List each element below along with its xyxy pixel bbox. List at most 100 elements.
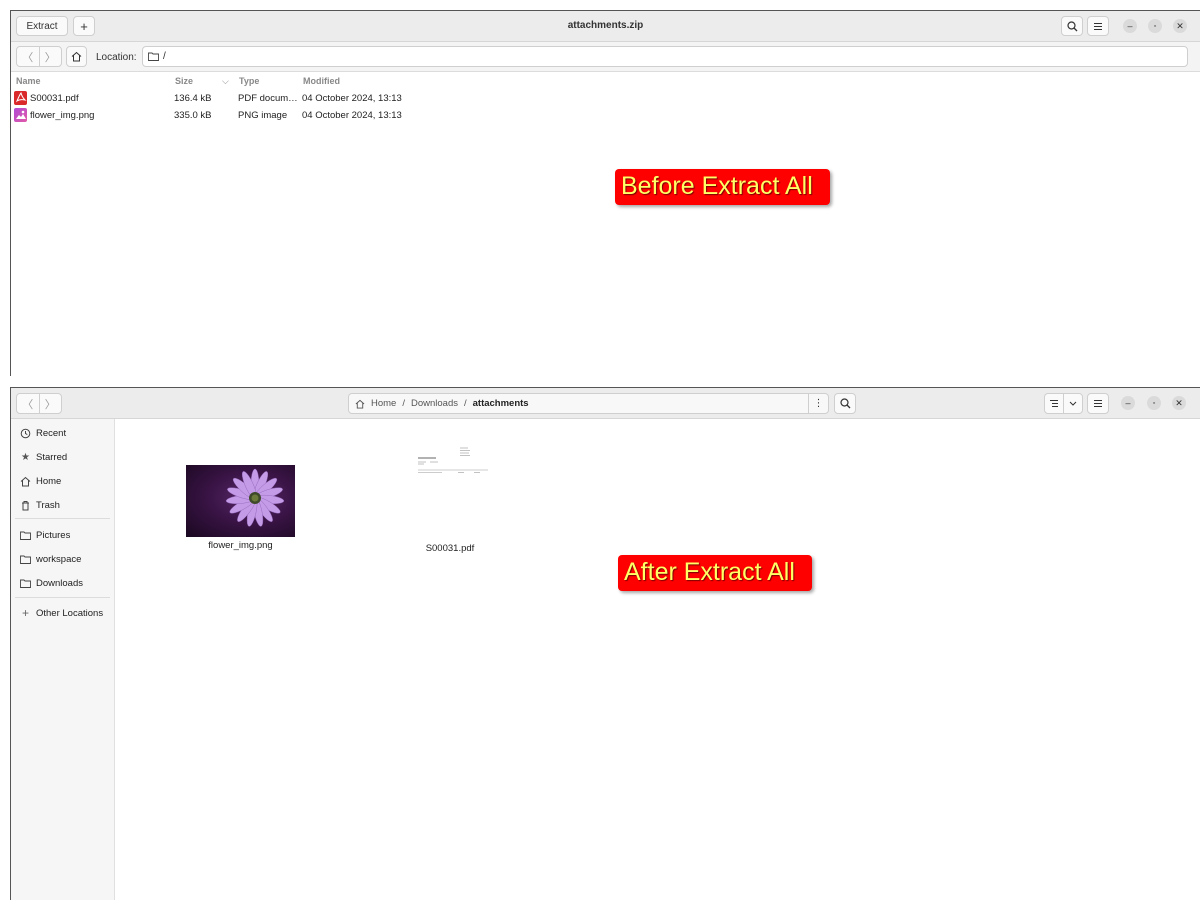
minimize-icon: – — [1125, 398, 1131, 408]
file-name: S00031.pdf — [30, 93, 79, 104]
breadcrumb-separator: / — [463, 398, 467, 409]
close-button[interactable]: ✕ — [1172, 396, 1186, 410]
search-button[interactable] — [1061, 16, 1083, 36]
before-annotation-label: Before Extract All — [615, 169, 830, 205]
forward-button[interactable]: 〉 — [40, 47, 62, 66]
breadcrumb-home[interactable]: Home — [371, 398, 396, 409]
home-icon — [355, 399, 365, 409]
folder-icon — [20, 554, 31, 565]
sidebar-item-recent[interactable]: Recent — [11, 423, 114, 443]
image-thumbnail — [186, 465, 295, 537]
sort-chevron-icon: ⌵ — [222, 76, 229, 86]
sidebar: Recent ★ Starred Home Trash Pictures wor… — [11, 419, 115, 900]
plus-icon: + — [21, 606, 29, 620]
pdf-thumbnail — [412, 446, 488, 540]
breadcrumb-separator: / — [402, 398, 405, 409]
list-view-button[interactable] — [1045, 394, 1064, 413]
chevron-left-icon: 〈 — [22, 51, 34, 64]
menu-button[interactable] — [1087, 16, 1109, 36]
view-options — [1044, 393, 1083, 414]
location-field[interactable]: / — [142, 46, 1188, 67]
view-dropdown-button[interactable] — [1064, 394, 1082, 413]
window-title: attachments.zip — [567, 20, 644, 31]
location-value: / — [163, 51, 166, 62]
column-name-header[interactable]: Name — [16, 76, 41, 86]
sidebar-item-label: Other Locations — [36, 607, 104, 619]
files-window: 〈 〉 Home / Downloads / attachments ⋮ – ▫… — [10, 387, 1200, 900]
hamburger-icon — [1094, 22, 1102, 30]
search-icon — [1066, 20, 1077, 31]
sidebar-item-pictures[interactable]: Pictures — [11, 525, 114, 545]
sidebar-item-other-locations[interactable]: + Other Locations — [11, 603, 114, 623]
sidebar-item-downloads[interactable]: Downloads — [11, 573, 114, 593]
nav-buttons: 〈 〉 — [16, 393, 62, 414]
folder-icon — [20, 578, 31, 589]
trash-icon — [20, 500, 31, 511]
file-size: 136.4 kB — [174, 93, 212, 104]
chevron-right-icon: 〉 — [44, 51, 56, 64]
hamburger-icon — [1094, 400, 1102, 407]
pdf-file-icon — [14, 91, 27, 105]
sidebar-item-starred[interactable]: ★ Starred — [11, 447, 114, 467]
back-button[interactable]: 〈 — [17, 394, 40, 413]
forward-button[interactable]: 〉 — [40, 394, 62, 413]
back-button[interactable]: 〈 — [17, 47, 40, 66]
sidebar-item-label: Pictures — [36, 529, 71, 541]
column-size-header[interactable]: Size — [175, 76, 193, 86]
restore-icon: ▫ — [1152, 399, 1156, 407]
table-row[interactable]: flower_img.png 335.0 kB PNG image 04 Oct… — [11, 107, 1200, 123]
menu-button[interactable] — [1087, 393, 1109, 414]
table-header: Name Size ⌵ Type Modified — [11, 73, 1200, 89]
sidebar-item-home[interactable]: Home — [11, 471, 114, 491]
sidebar-item-trash[interactable]: Trash — [11, 495, 114, 515]
files-headerbar: 〈 〉 Home / Downloads / attachments ⋮ – ▫… — [11, 388, 1200, 419]
sidebar-divider — [15, 518, 110, 519]
file-size: 335.0 kB — [174, 110, 212, 121]
sidebar-item-label: Starred — [36, 451, 68, 463]
file-type: PNG image — [238, 110, 288, 121]
archive-manager-window: Extract + attachments.zip – ▫ ✕ 〈 〉 Loca… — [10, 10, 1200, 376]
minimize-button[interactable]: – — [1121, 396, 1135, 410]
sidebar-item-label: Home — [36, 475, 62, 487]
close-button[interactable]: ✕ — [1173, 19, 1187, 33]
file-modified: 04 October 2024, 13:13 — [302, 110, 402, 121]
list-view-icon — [1050, 400, 1058, 407]
file-modified: 04 October 2024, 13:13 — [302, 93, 402, 104]
chevron-down-icon — [1069, 401, 1077, 406]
restore-icon: ▫ — [1153, 22, 1157, 30]
maximize-button[interactable]: ▫ — [1148, 19, 1162, 33]
clock-icon — [20, 428, 31, 439]
search-button[interactable] — [834, 393, 856, 414]
sidebar-divider — [15, 597, 110, 598]
minimize-icon: – — [1127, 21, 1133, 31]
file-item-flower-image[interactable]: flower_img.png — [186, 465, 295, 551]
breadcrumb-current[interactable]: attachments — [473, 398, 529, 409]
minimize-button[interactable]: – — [1123, 19, 1137, 33]
file-item-label: flower_img.png — [208, 540, 273, 551]
close-icon: ✕ — [1175, 397, 1183, 408]
file-item-pdf[interactable]: S00031.pdf — [412, 446, 488, 554]
column-modified-header[interactable]: Modified — [303, 76, 340, 86]
home-button[interactable] — [66, 46, 87, 67]
sidebar-item-label: workspace — [36, 553, 82, 565]
home-icon — [71, 51, 82, 62]
table-row[interactable]: S00031.pdf 136.4 kB PDF docum… 04 Octobe… — [11, 90, 1200, 106]
maximize-button[interactable]: ▫ — [1147, 396, 1161, 410]
path-menu-button[interactable]: ⋮ — [808, 393, 829, 414]
file-grid: flower_img.png S00031.pdf — [116, 419, 1200, 900]
image-file-icon — [14, 108, 27, 122]
chevron-right-icon: 〉 — [44, 398, 56, 411]
nav-buttons: 〈 〉 — [16, 46, 62, 67]
file-item-label: S00031.pdf — [425, 543, 475, 554]
sidebar-item-label: Downloads — [36, 577, 83, 589]
location-label: Location: — [96, 52, 137, 63]
sidebar-item-label: Trash — [36, 499, 60, 511]
location-bar: 〈 〉 Location: / — [11, 42, 1200, 72]
sidebar-item-label: Recent — [36, 427, 67, 439]
breadcrumb-downloads[interactable]: Downloads — [411, 398, 458, 409]
chevron-left-icon: 〈 — [22, 398, 34, 411]
column-type-header[interactable]: Type — [239, 76, 259, 86]
archive-headerbar: Extract + attachments.zip – ▫ ✕ — [11, 11, 1200, 42]
file-type: PDF docum… — [238, 93, 298, 104]
sidebar-item-workspace[interactable]: workspace — [11, 549, 114, 569]
